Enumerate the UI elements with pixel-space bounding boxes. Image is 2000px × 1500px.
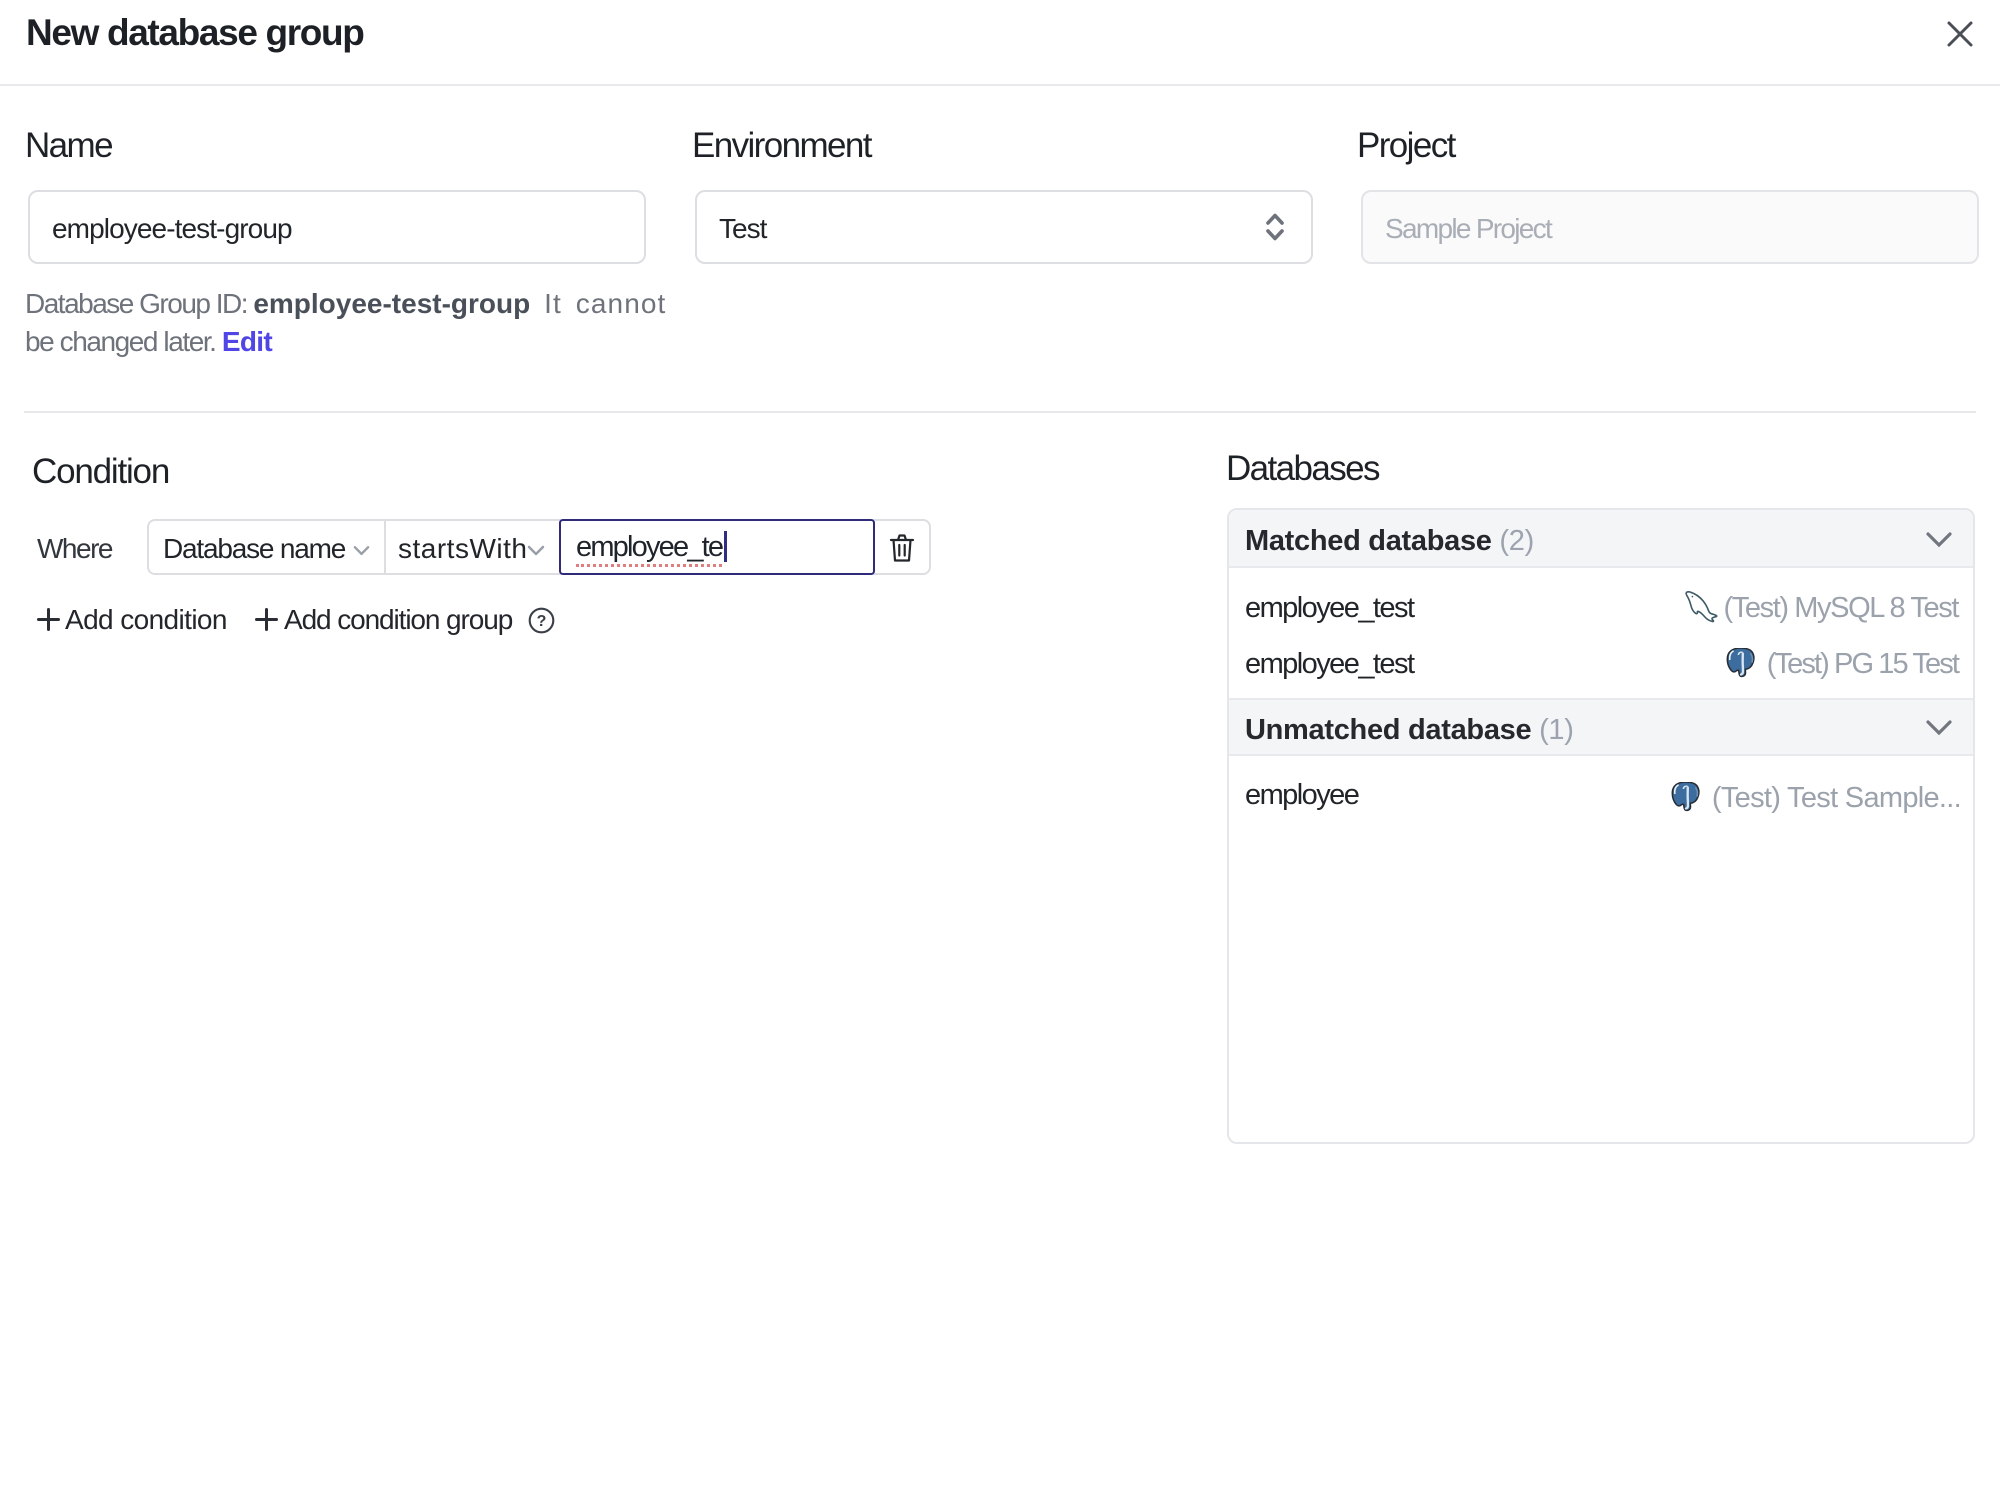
svg-text:?: ?: [537, 613, 547, 630]
